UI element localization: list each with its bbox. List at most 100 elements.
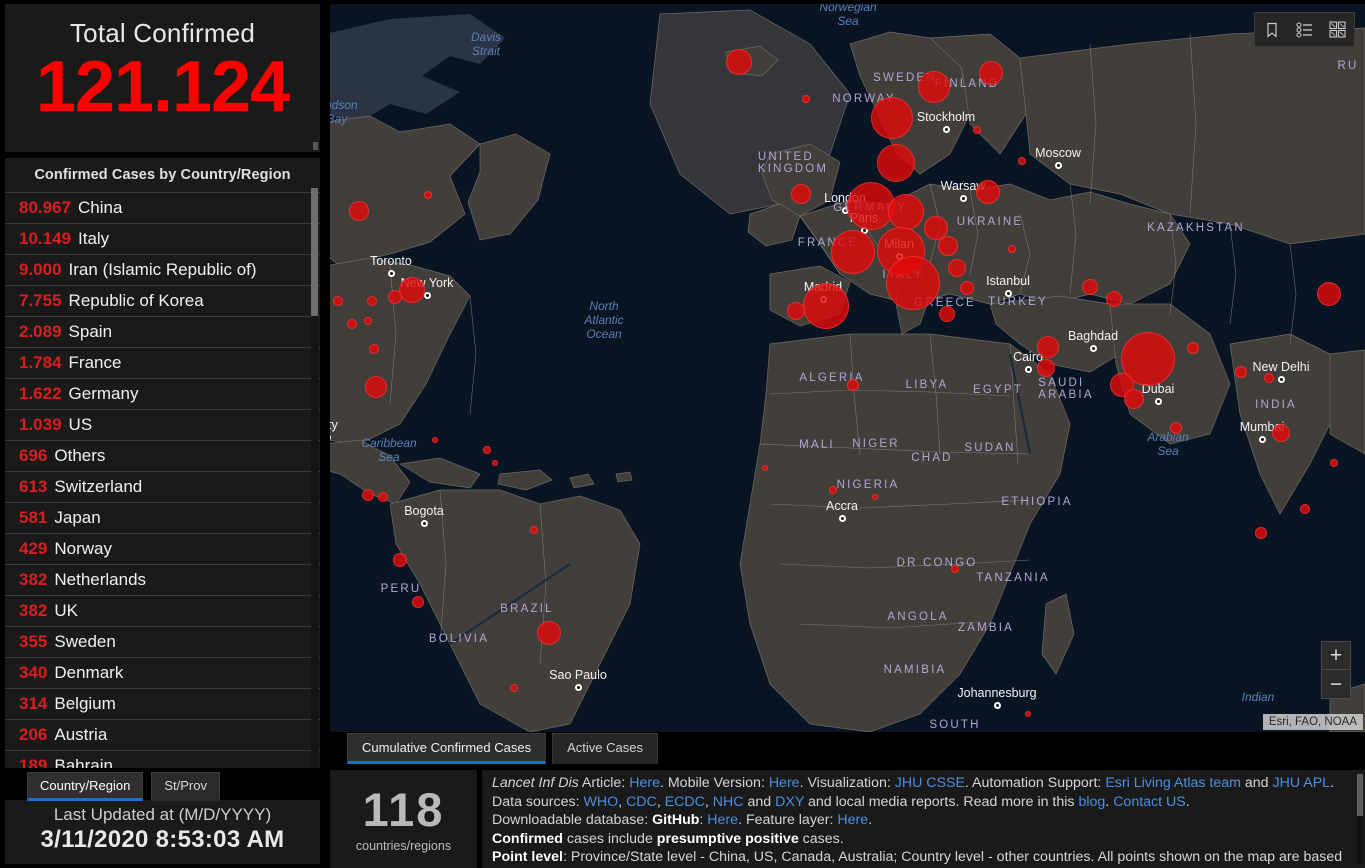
footer-link[interactable]: JHU CSSE xyxy=(895,775,965,791)
case-bubble[interactable] xyxy=(791,184,811,204)
case-bubble[interactable] xyxy=(347,319,357,329)
country-row[interactable]: 314 Belgium xyxy=(5,688,320,719)
country-row[interactable]: 1.039 US xyxy=(5,409,320,440)
basemap-gallery-icon[interactable] xyxy=(1321,13,1354,46)
case-bubble[interactable] xyxy=(1264,373,1274,383)
country-row[interactable]: 189 Bahrain xyxy=(5,750,320,768)
case-bubble[interactable] xyxy=(399,277,425,303)
left-tab-country-region[interactable]: Country/Region xyxy=(27,772,144,801)
case-bubble[interactable] xyxy=(1170,422,1182,434)
case-bubble[interactable] xyxy=(938,236,958,256)
case-bubble[interactable] xyxy=(367,296,377,306)
case-bubble[interactable] xyxy=(787,302,805,320)
footer-link[interactable]: DXY xyxy=(775,794,804,810)
case-bubble[interactable] xyxy=(432,437,438,443)
case-bubble[interactable] xyxy=(1018,157,1026,165)
case-bubble[interactable] xyxy=(388,290,402,304)
case-bubble[interactable] xyxy=(333,296,343,306)
case-bubble[interactable] xyxy=(871,97,913,139)
country-row[interactable]: 429 Norway xyxy=(5,533,320,564)
country-row[interactable]: 613 Switzerland xyxy=(5,471,320,502)
zoom-out-button[interactable]: − xyxy=(1322,670,1350,698)
case-bubble[interactable] xyxy=(362,489,374,501)
country-row[interactable]: 10.149 Italy xyxy=(5,223,320,254)
case-bubble[interactable] xyxy=(829,486,837,494)
country-row[interactable]: 9.000 Iran (Islamic Republic of) xyxy=(5,254,320,285)
country-row[interactable]: 382 Netherlands xyxy=(5,564,320,595)
case-bubble[interactable] xyxy=(369,344,379,354)
footer-notes-scrollbar[interactable] xyxy=(1357,774,1363,864)
country-row[interactable]: 7.755 Republic of Korea xyxy=(5,285,320,316)
case-bubble[interactable] xyxy=(802,95,810,103)
footer-link[interactable]: Here xyxy=(837,812,868,828)
zoom-in-button[interactable]: + xyxy=(1322,642,1350,670)
case-bubble[interactable] xyxy=(1272,424,1290,442)
footer-link[interactable]: WHO xyxy=(583,794,618,810)
case-bubble[interactable] xyxy=(483,446,491,454)
case-bubble[interactable] xyxy=(762,465,768,471)
map-tool-bar[interactable] xyxy=(1254,12,1355,47)
case-bubble[interactable] xyxy=(393,553,407,567)
map-tabs[interactable]: Cumulative Confirmed Cases Active Cases xyxy=(330,733,1365,766)
case-bubble[interactable] xyxy=(1317,282,1341,306)
case-bubble[interactable] xyxy=(939,306,955,322)
case-bubble[interactable] xyxy=(1082,279,1098,295)
case-bubble[interactable] xyxy=(847,379,859,391)
footer-link[interactable]: NHC xyxy=(713,794,744,810)
case-bubble[interactable] xyxy=(537,621,561,645)
footer-link[interactable]: Here xyxy=(769,775,800,791)
case-bubble[interactable] xyxy=(1235,366,1247,378)
footer-link[interactable]: Esri Living Atlas team xyxy=(1105,775,1241,791)
country-list-scrollbar[interactable] xyxy=(311,188,318,768)
left-panel-tabs[interactable]: Country/Region St/Prov xyxy=(27,772,220,801)
country-row[interactable]: 340 Denmark xyxy=(5,657,320,688)
case-bubble[interactable] xyxy=(424,191,432,199)
case-bubble[interactable] xyxy=(378,492,388,502)
case-bubble[interactable] xyxy=(948,259,966,277)
case-bubble[interactable] xyxy=(872,494,878,500)
footer-link[interactable]: JHU APL xyxy=(1273,775,1331,791)
country-row[interactable]: 382 UK xyxy=(5,595,320,626)
case-bubble[interactable] xyxy=(364,317,372,325)
case-bubble[interactable] xyxy=(492,460,498,466)
legend-icon[interactable] xyxy=(1288,13,1321,46)
map-tab-cumulative-confirmed-cases[interactable]: Cumulative Confirmed Cases xyxy=(347,733,547,764)
bookmark-icon[interactable] xyxy=(1255,13,1288,46)
country-row[interactable]: 581 Japan xyxy=(5,502,320,533)
case-bubble[interactable] xyxy=(365,376,387,398)
case-bubble[interactable] xyxy=(1187,342,1199,354)
footer-notes-scroll-thumb[interactable] xyxy=(1357,774,1363,816)
case-bubble[interactable] xyxy=(1037,336,1059,358)
case-bubble[interactable] xyxy=(349,201,369,221)
footer-link[interactable]: Here xyxy=(629,775,660,791)
case-bubble[interactable] xyxy=(1025,711,1031,717)
case-bubble[interactable] xyxy=(1124,389,1144,409)
case-bubble[interactable] xyxy=(973,126,981,134)
total-panel-scrollbar[interactable] xyxy=(313,142,318,150)
case-bubble[interactable] xyxy=(979,61,1003,85)
country-row[interactable]: 696 Others xyxy=(5,440,320,471)
country-row[interactable]: 355 Sweden xyxy=(5,626,320,657)
country-row[interactable]: 2.089 Spain xyxy=(5,316,320,347)
case-bubble[interactable] xyxy=(1008,245,1016,253)
footer-notes-lines[interactable]: Lancet Inf Dis Article: Here. Mobile Ver… xyxy=(492,774,1355,867)
case-bubble[interactable] xyxy=(960,281,974,295)
footer-link[interactable]: Here xyxy=(707,812,738,828)
footer-link[interactable]: Contact US xyxy=(1113,794,1186,810)
map-tab-active-cases[interactable]: Active Cases xyxy=(552,733,658,764)
case-bubble[interactable] xyxy=(951,565,959,573)
case-bubble[interactable] xyxy=(886,256,940,310)
case-bubble[interactable] xyxy=(530,526,538,534)
case-bubble[interactable] xyxy=(510,684,518,692)
case-bubble[interactable] xyxy=(726,49,752,75)
case-bubble[interactable] xyxy=(1106,291,1122,307)
country-row[interactable]: 1.622 Germany xyxy=(5,378,320,409)
country-list-scroll-thumb[interactable] xyxy=(311,188,318,316)
case-bubble[interactable] xyxy=(831,230,875,274)
case-bubble[interactable] xyxy=(888,194,924,230)
left-tab-st-prov[interactable]: St/Prov xyxy=(151,772,220,801)
map-zoom-controls[interactable]: + − xyxy=(1321,641,1351,699)
country-row[interactable]: 206 Austria xyxy=(5,719,320,750)
case-bubble[interactable] xyxy=(918,71,950,103)
case-bubble[interactable] xyxy=(803,283,849,329)
